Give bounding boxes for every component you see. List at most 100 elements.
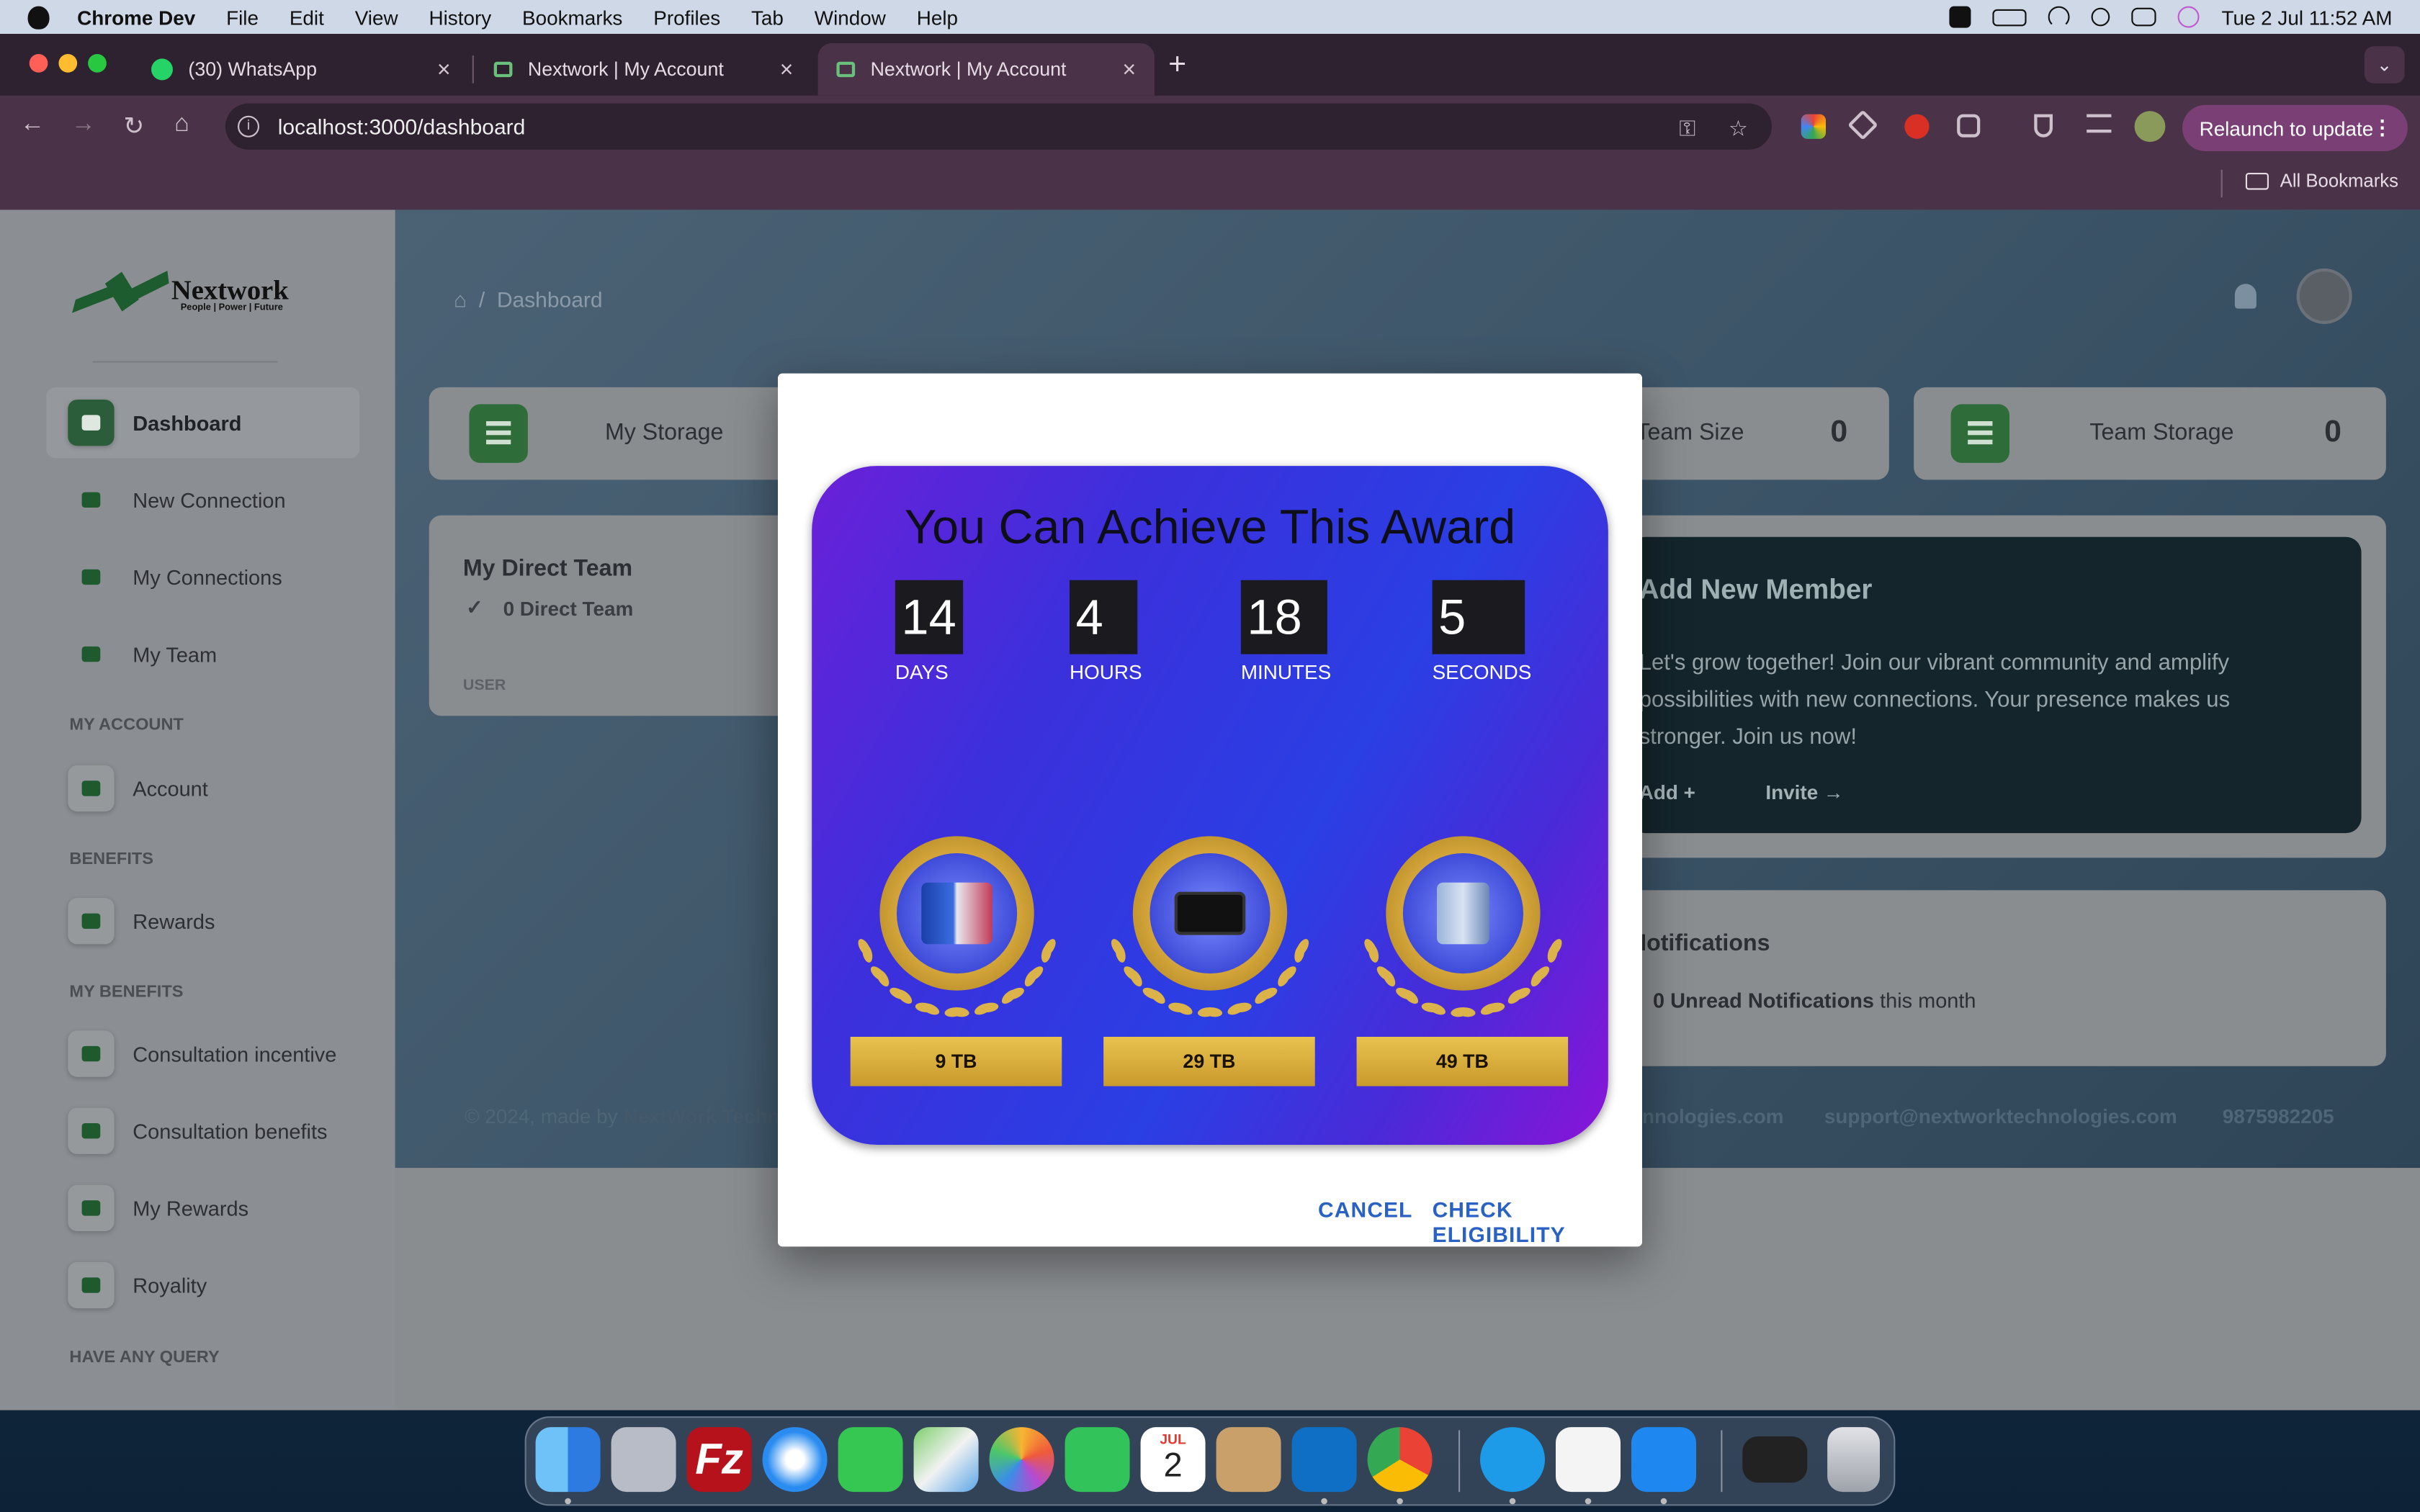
sidebar-item-dashboard[interactable]: Dashboard xyxy=(46,387,360,459)
messages-icon[interactable] xyxy=(838,1427,903,1493)
sidebar-item-royality[interactable]: Royality xyxy=(46,1250,359,1321)
menu-tab[interactable]: Tab xyxy=(751,6,784,29)
tab-search-button[interactable]: ⌄ xyxy=(2364,46,2405,84)
countdown-seconds: 5 SECONDS xyxy=(1432,580,1531,683)
profile-avatar[interactable] xyxy=(2134,111,2166,143)
invite-button[interactable]: Invite → xyxy=(1765,780,1843,804)
menu-profiles[interactable]: Profiles xyxy=(653,6,720,29)
bell-icon[interactable] xyxy=(2234,284,2257,309)
menu-help[interactable]: Help xyxy=(917,6,958,29)
forward-icon[interactable]: → xyxy=(71,111,96,139)
close-tab-icon[interactable]: × xyxy=(780,57,794,83)
user-avatar[interactable] xyxy=(2296,268,2352,324)
search-icon[interactable] xyxy=(2092,7,2111,27)
award-tier-label: 9 TB xyxy=(850,1037,1062,1086)
app-store-icon[interactable] xyxy=(1631,1427,1696,1493)
sidebar-item-account[interactable]: Account xyxy=(46,753,359,824)
filezilla-icon[interactable]: Fz xyxy=(686,1427,752,1493)
control-center-icon[interactable] xyxy=(2132,7,2157,27)
sidebar-item-consultation-benefits[interactable]: Consultation benefits xyxy=(46,1095,359,1166)
tab-nextwork-2[interactable]: Nextwork | My Account × xyxy=(817,43,1155,96)
new-tab-button[interactable]: + xyxy=(1168,48,1186,83)
iphone-icon xyxy=(1436,882,1489,945)
photos-icon[interactable] xyxy=(989,1427,1054,1493)
extensions-puzzle-icon[interactable] xyxy=(1957,114,1981,138)
footer-email-link[interactable]: support@nextworktechnologies.com xyxy=(1824,1104,2177,1128)
password-key-icon[interactable]: ⚿ xyxy=(1679,116,1695,142)
skype-icon[interactable] xyxy=(1480,1427,1545,1493)
all-bookmarks-button[interactable]: All Bookmarks xyxy=(2246,170,2398,192)
menu-app-name[interactable]: Chrome Dev xyxy=(77,6,195,29)
menu-window[interactable]: Window xyxy=(815,6,886,29)
add-button[interactable]: Add + xyxy=(1639,780,1695,804)
storage-icon xyxy=(469,404,528,463)
footer-site-link[interactable]: nnologies.com xyxy=(1642,1104,1784,1128)
tab-nextwork-1[interactable]: Nextwork | My Account × xyxy=(475,43,812,96)
color-picker-extension-icon[interactable] xyxy=(1801,114,1826,139)
mongodb-compass-icon[interactable] xyxy=(1556,1427,1621,1493)
home-icon[interactable]: ⌂ xyxy=(174,111,189,139)
menu-history[interactable]: History xyxy=(429,6,491,29)
launchpad-icon[interactable] xyxy=(611,1427,676,1493)
close-tab-icon[interactable]: × xyxy=(437,57,451,83)
sidebar-item-rewards[interactable]: Rewards xyxy=(46,886,359,957)
card-title: Team Size xyxy=(1636,419,1744,446)
relaunch-to-update-button[interactable]: Relaunch to update ⋮ xyxy=(2182,104,2408,151)
tab-whatsapp[interactable]: (30) WhatsApp × xyxy=(133,43,469,96)
close-tab-icon[interactable]: × xyxy=(1122,57,1136,83)
vscode-icon[interactable] xyxy=(1291,1427,1357,1493)
trash-icon[interactable] xyxy=(1827,1427,1880,1493)
checkbox-status-icon[interactable] xyxy=(1950,6,1972,28)
sidebar-item-label: My Rewards xyxy=(133,1196,249,1220)
footer-brand-link[interactable]: NextWork Techn xyxy=(623,1104,779,1128)
battery-icon[interactable] xyxy=(1993,8,2027,26)
site-info-icon[interactable]: i xyxy=(238,115,259,138)
all-bookmarks-label: All Bookmarks xyxy=(2280,169,2398,192)
contacts-icon[interactable] xyxy=(1216,1427,1281,1493)
reload-icon[interactable]: ↻ xyxy=(123,111,144,142)
bookmark-star-icon[interactable]: ☆ xyxy=(1729,116,1748,142)
safari-icon[interactable] xyxy=(762,1427,828,1493)
finder-icon[interactable] xyxy=(535,1427,601,1493)
labs-flask-icon[interactable] xyxy=(2034,114,2053,138)
sidebar-item-my-rewards[interactable]: My Rewards xyxy=(46,1173,359,1244)
siri-icon[interactable] xyxy=(2178,6,2200,28)
screenshot-thumbnail-icon[interactable] xyxy=(1742,1436,1808,1483)
footer-phone[interactable]: 9875982205 xyxy=(2223,1104,2334,1128)
minimize-window-button[interactable] xyxy=(58,54,78,73)
whatsapp-icon xyxy=(151,58,173,81)
chrome-dev-icon[interactable] xyxy=(1367,1427,1433,1493)
menubar-clock[interactable]: Tue 2 Jul 11:52 AM xyxy=(2221,6,2392,29)
calendar-icon[interactable]: JUL 2 xyxy=(1140,1427,1206,1493)
back-icon[interactable]: ← xyxy=(20,111,45,139)
folder-icon xyxy=(2246,171,2269,189)
sidebar-item-my-team[interactable]: My Team xyxy=(46,618,359,690)
menu-bookmarks[interactable]: Bookmarks xyxy=(522,6,622,29)
menu-view[interactable]: View xyxy=(355,6,398,29)
add-member-banner: Add New Member Let's grow together! Join… xyxy=(1629,536,2362,834)
apple-icon[interactable] xyxy=(27,5,50,29)
laurel-leaf xyxy=(1421,1000,1441,1013)
wifi-icon[interactable] xyxy=(2048,6,2071,28)
eyedropper-icon[interactable] xyxy=(1847,109,1878,140)
unread-count: 0 Unread Notifications xyxy=(1653,989,1875,1012)
reading-list-icon[interactable] xyxy=(2087,114,2112,133)
laurel-leaf xyxy=(1168,1000,1188,1013)
url-text[interactable]: localhost:3000/dashboard xyxy=(278,114,526,139)
sidebar-item-consultation-incentive[interactable]: Consultation incentive xyxy=(46,1018,359,1089)
close-window-button[interactable] xyxy=(29,54,48,73)
address-bar[interactable]: i localhost:3000/dashboard ⚿ ☆ xyxy=(225,103,1772,150)
nextwork-logo[interactable]: Nextwork People | Power | Future xyxy=(69,269,289,321)
home-icon[interactable]: ⌂ xyxy=(454,287,467,312)
zoom-window-button[interactable] xyxy=(88,54,107,73)
facetime-icon[interactable] xyxy=(1065,1427,1130,1493)
check-eligibility-button[interactable]: CHECK ELIGIBILITY xyxy=(1433,1197,1642,1247)
sidebar-item-my-connections[interactable]: My Connections xyxy=(46,541,359,613)
menu-edit[interactable]: Edit xyxy=(290,6,324,29)
adblock-extension-icon[interactable] xyxy=(1904,114,1930,139)
sidebar-item-new-connection[interactable]: New Connection xyxy=(46,464,359,536)
maps-icon[interactable] xyxy=(913,1427,979,1493)
cancel-button[interactable]: CANCEL xyxy=(1318,1197,1412,1222)
kebab-menu-icon[interactable]: ⋮ xyxy=(2372,116,2393,140)
menu-file[interactable]: File xyxy=(226,6,259,29)
